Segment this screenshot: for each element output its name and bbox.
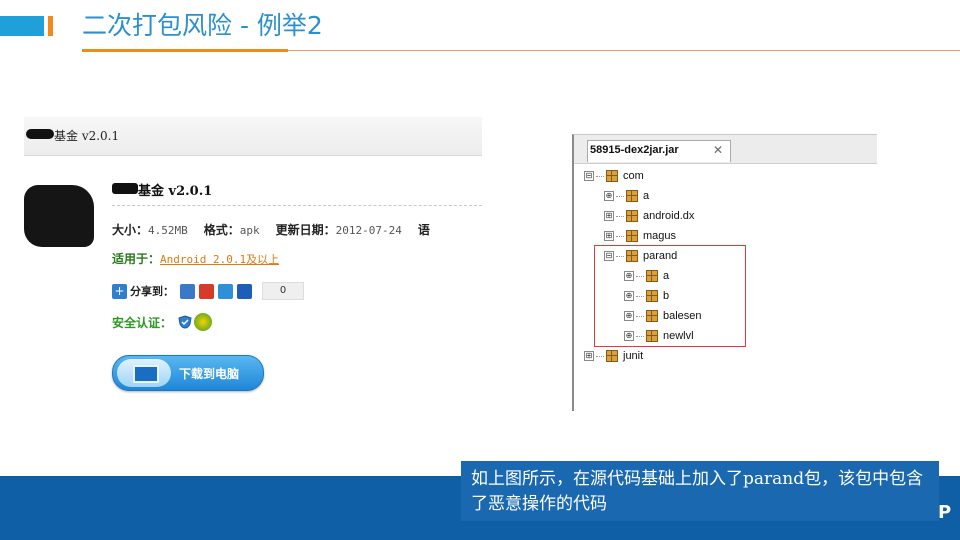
monitor-icon xyxy=(133,365,159,383)
expand-icon[interactable]: ⊞ xyxy=(604,231,614,241)
download-button-label: 下载到电脑 xyxy=(179,367,240,381)
close-icon[interactable]: ✕ xyxy=(713,143,723,157)
share-count: 0 xyxy=(262,282,304,300)
download-to-pc-button[interactable]: 下载到电脑 xyxy=(112,355,264,391)
node-label: a xyxy=(643,190,650,202)
package-icon xyxy=(626,230,638,242)
language-label: 语 xyxy=(417,223,430,237)
share-label: 分享到： xyxy=(130,285,174,298)
app-topbar: 基金 v2.0.1 xyxy=(24,117,482,156)
tree-node-com[interactable]: ⊟ com xyxy=(584,167,644,185)
package-icon xyxy=(606,170,618,182)
node-label: android.dx xyxy=(643,210,695,222)
collapse-icon[interactable]: ⊟ xyxy=(584,171,594,181)
tree-node-android-dx[interactable]: ⊞ android.dx xyxy=(604,207,694,225)
app-download-screenshot: 基金 v2.0.1 基金 v2.0.1 大小：4.52MB 格式：apk 更新日期：… xyxy=(24,117,482,407)
tree-connector xyxy=(596,175,604,177)
header-accent-mark xyxy=(48,16,53,36)
expand-icon[interactable]: ⊞ xyxy=(584,351,594,361)
size-label: 大小： xyxy=(112,223,149,237)
download-icon-bg xyxy=(117,359,171,387)
share-plus-icon[interactable]: + xyxy=(112,283,127,299)
expand-icon[interactable]: ⊞ xyxy=(604,211,614,221)
tree-node-a[interactable]: ⊕ a xyxy=(604,187,649,205)
compat-label: 适用于： xyxy=(112,252,161,266)
divider xyxy=(112,205,482,206)
shield-icon xyxy=(178,315,192,329)
size-value: 4.52MB xyxy=(148,224,188,237)
share-row: + 分享到： 0 xyxy=(112,281,304,301)
safety-label: 安全认证： xyxy=(112,315,173,330)
tree-connector xyxy=(596,355,604,357)
tree-connector xyxy=(616,235,624,237)
expand-icon[interactable]: ⊕ xyxy=(604,191,614,201)
tab-jar-file[interactable]: 58915-dex2jar.jar ✕ xyxy=(587,140,731,162)
app-icon-redacted xyxy=(24,185,94,247)
slide-title: 二次打包风险 - 例举2 xyxy=(82,11,323,40)
compat-row: 适用于：Android 2.0.1及以上 xyxy=(112,250,279,267)
qzone-share-icon[interactable] xyxy=(180,283,195,299)
footer-mark: P xyxy=(938,502,952,523)
package-icon xyxy=(626,210,638,222)
node-label: magus xyxy=(643,230,677,242)
format-value: apk xyxy=(239,224,260,237)
header-divider-accent xyxy=(82,49,288,52)
tree-node-magus[interactable]: ⊞ magus xyxy=(604,227,676,245)
tencent-weibo-share-icon[interactable] xyxy=(218,283,233,299)
tree-connector xyxy=(616,195,624,197)
date-value: 2012-07-24 xyxy=(335,224,402,237)
node-label: junit xyxy=(623,350,644,362)
date-label: 更新日期： xyxy=(275,223,336,237)
app-name: 基金 v2.0.1 xyxy=(138,184,213,199)
safety-row: 安全认证： xyxy=(112,313,213,331)
tree-tab-bar: 58915-dex2jar.jar ✕ xyxy=(574,135,877,164)
tab-label: 58915-dex2jar.jar xyxy=(590,144,679,156)
redaction-blot xyxy=(112,183,138,194)
package-icon xyxy=(606,350,618,362)
header-accent-bar xyxy=(0,16,44,36)
tree-connector xyxy=(616,215,624,217)
app-topbar-title: 基金 v2.0.1 xyxy=(54,129,120,143)
tree-node-junit[interactable]: ⊞ junit xyxy=(584,347,643,365)
weibo-share-icon[interactable] xyxy=(199,283,214,299)
compat-value[interactable]: Android 2.0.1及以上 xyxy=(160,253,279,266)
caption-text: 如上图所示，在源代码基础上加入了parand包，该包中包含了恶意操作的代码 xyxy=(471,469,924,514)
renren-share-icon[interactable] xyxy=(237,283,252,299)
node-label: com xyxy=(623,170,644,182)
format-label: 格式： xyxy=(203,223,240,237)
caption-box: 如上图所示，在源代码基础上加入了parand包，该包中包含了恶意操作的代码 xyxy=(461,461,939,521)
parand-highlight-box xyxy=(594,245,746,347)
security-badge-icon xyxy=(194,313,213,331)
app-meta-row: 大小：4.52MB 格式：apk 更新日期：2012-07-24 语 xyxy=(112,221,430,238)
package-icon xyxy=(626,190,638,202)
redaction-blot xyxy=(26,129,54,139)
